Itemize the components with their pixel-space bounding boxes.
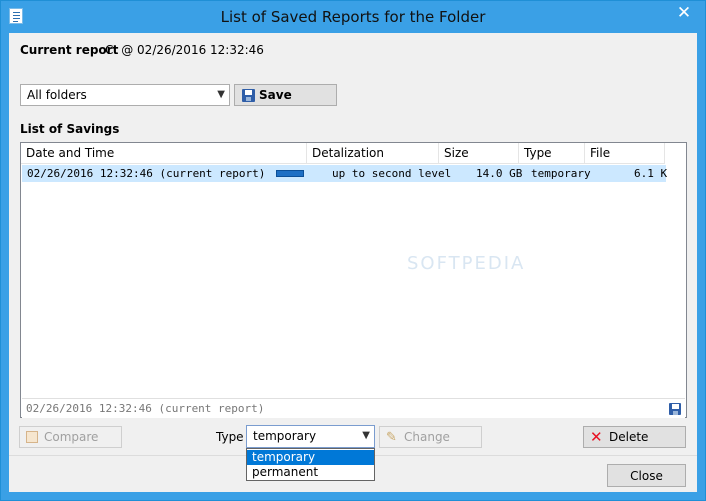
savings-list[interactable]: Date and Time Detalization Size Type Fil… [20, 142, 687, 418]
delete-icon: ✕ [590, 428, 603, 446]
close-button[interactable]: Close [607, 464, 686, 487]
folder-select[interactable]: All folders ▼ [20, 84, 230, 106]
chevron-down-icon: ▼ [362, 430, 370, 441]
current-report-value: C: @ 02/26/2016 12:32:46 [105, 43, 264, 57]
list-heading: List of Savings [20, 122, 120, 136]
save-icon[interactable] [669, 403, 681, 415]
folder-select-value: All folders [27, 88, 87, 102]
type-select[interactable]: temporary ▼ [246, 425, 375, 448]
compare-button[interactable]: Compare [19, 426, 122, 448]
list-status-line: 02/26/2016 12:32:46 (current report) [22, 398, 685, 418]
close-button-label: Close [630, 469, 663, 483]
dialog-window: List of Saved Reports for the Folder ✕ C… [0, 0, 706, 501]
chevron-down-icon: ▼ [217, 89, 225, 100]
row-size: 14.0 GB [476, 167, 523, 180]
row-detalization: up to second level [332, 167, 452, 180]
close-window-icon[interactable]: ✕ [669, 1, 699, 27]
watermark: SOFTPEDIA [407, 253, 526, 274]
change-button[interactable]: ✎ Change [379, 426, 482, 448]
row-date: 02/26/2016 12:32:46 (current report) [27, 167, 266, 180]
size-bar [276, 170, 304, 177]
column-header-size[interactable]: Size [439, 143, 519, 164]
type-label: Type [216, 430, 244, 444]
dropdown-option-permanent[interactable]: permanent [247, 465, 374, 480]
save-icon [242, 89, 255, 102]
pencil-icon: ✎ [386, 430, 397, 445]
current-report-label: Current report [20, 43, 119, 57]
delete-button[interactable]: ✕ Delete [583, 426, 686, 448]
delete-button-label: Delete [609, 430, 649, 444]
window-title: List of Saved Reports for the Folder [220, 8, 486, 26]
compare-icon [26, 431, 38, 443]
row-file: 6.1 K [634, 167, 668, 180]
table-row[interactable]: 02/26/2016 12:32:46 (current report) up … [22, 165, 668, 182]
type-select-value: temporary [253, 429, 317, 443]
type-dropdown-list[interactable]: temporary permanent [246, 448, 375, 481]
dialog-body: Current report C: @ 02/26/2016 12:32:46 … [9, 33, 697, 492]
compare-button-label: Compare [44, 430, 99, 444]
save-button[interactable]: Save [234, 84, 337, 106]
column-header-date[interactable]: Date and Time [21, 143, 307, 164]
save-button-label: Save [259, 88, 292, 102]
row-type: temporary [531, 167, 591, 180]
title-bar[interactable]: List of Saved Reports for the Folder ✕ [1, 1, 705, 33]
change-button-label: Change [404, 430, 450, 444]
list-status-text: 02/26/2016 12:32:46 (current report) [26, 402, 265, 415]
column-header-type[interactable]: Type [519, 143, 585, 164]
column-header-detalization[interactable]: Detalization [307, 143, 439, 164]
column-header-file[interactable]: File [585, 143, 665, 164]
dropdown-option-temporary[interactable]: temporary [247, 450, 374, 465]
